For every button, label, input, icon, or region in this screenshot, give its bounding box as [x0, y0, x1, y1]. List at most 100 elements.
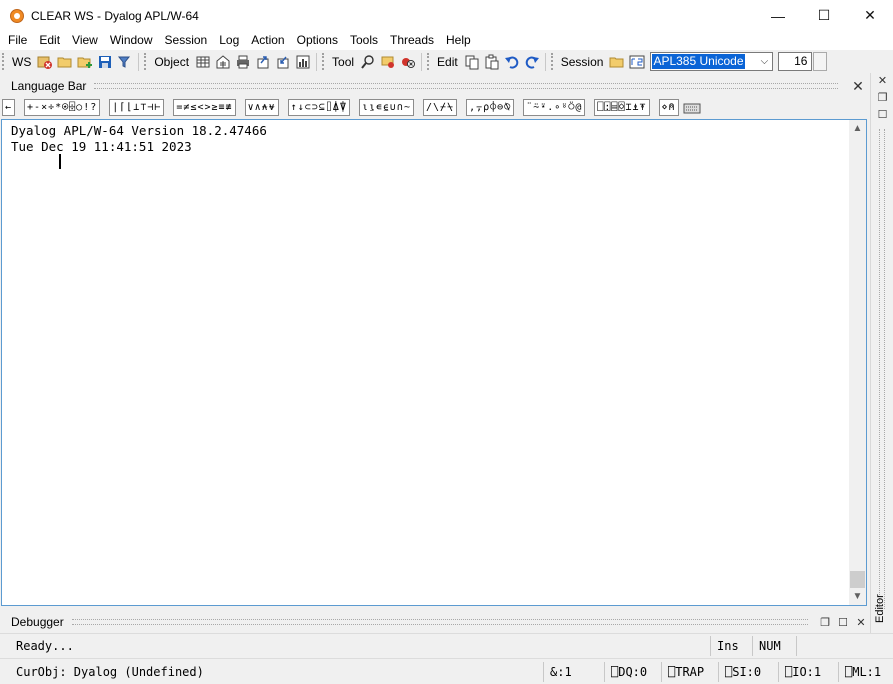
scroll-up-icon[interactable]: ▲: [849, 120, 866, 137]
language-bar: ← +-×÷*⍟⌹○!? |⌈⌊⊥⊤⊣⊢ =≠≤<>≥≡≢ ∨∧⍲⍱ ↑↓⊂⊃⊆…: [2, 98, 868, 117]
menu-bar: File Edit View Window Session Log Action…: [0, 31, 893, 50]
namespace-object-icon[interactable]: [213, 52, 233, 72]
filter-icon[interactable]: [115, 52, 135, 72]
close-button[interactable]: ✕: [847, 0, 893, 31]
chevron-down-icon[interactable]: ⌵: [756, 56, 772, 67]
debugger-restore-icon[interactable]: ❐: [816, 616, 834, 629]
copy-icon[interactable]: [462, 52, 482, 72]
toolbar-grip[interactable]: [2, 53, 5, 70]
font-name-value: APL385 Unicode: [652, 54, 745, 69]
save-ws-icon[interactable]: [95, 52, 115, 72]
menu-file[interactable]: File: [2, 31, 33, 50]
window-controls: — ☐ ✕: [755, 0, 893, 31]
toolbar-separator: [316, 52, 318, 71]
lb-group-misc[interactable]: ⋄⍝: [658, 99, 679, 116]
font-size-spinner[interactable]: [813, 52, 828, 71]
minimize-button[interactable]: —: [755, 0, 801, 31]
undo-icon[interactable]: [502, 52, 522, 72]
debugger-grip[interactable]: [71, 619, 808, 625]
toolbar-grip[interactable]: [550, 53, 554, 70]
menu-action[interactable]: Action: [245, 31, 290, 50]
print-icon[interactable]: [233, 52, 253, 72]
scrollbar-thumb[interactable]: [850, 571, 865, 588]
language-bar-header: Language Bar ✕: [0, 76, 868, 96]
font-name-select[interactable]: APL385 Unicode ⌵: [650, 52, 774, 71]
copy-ws-icon[interactable]: [75, 52, 95, 72]
session-output[interactable]: Dyalog APL/W-64 Version 18.2.47466 Tue De…: [11, 123, 267, 155]
font-size-icon[interactable]: [627, 52, 647, 72]
menu-session[interactable]: Session: [159, 31, 214, 50]
toolbar: WS Object Tool Edit Session APL385 Unico…: [0, 50, 893, 73]
thread-status: &:1: [543, 661, 604, 682]
menu-tools[interactable]: Tools: [344, 31, 384, 50]
status-spacer: [796, 635, 893, 656]
lb-group-index[interactable]: ⍳⍸∊⍷∪∩~: [358, 99, 414, 116]
session-line: Dyalog APL/W-64 Version 18.2.47466: [11, 123, 267, 138]
num-lock-indicator: NUM: [752, 635, 796, 656]
lb-group-minmax[interactable]: |⌈⌊⊥⊤⊣⊢: [109, 99, 165, 116]
keyboard-icon[interactable]: [682, 98, 702, 118]
lb-group-operators[interactable]: ¨⍨⍣.∘⍤⍥@: [523, 99, 586, 116]
open-session-icon[interactable]: [607, 52, 627, 72]
dock-maximize-icon[interactable]: ☐: [871, 107, 893, 124]
vertical-scrollbar[interactable]: ▲ ▼: [849, 120, 866, 605]
message-icon[interactable]: [378, 52, 398, 72]
interrupt-icon[interactable]: [398, 52, 418, 72]
export-icon[interactable]: [253, 52, 273, 72]
dock-close-icon[interactable]: ✕: [871, 73, 893, 90]
dock-grip[interactable]: [879, 129, 885, 609]
lb-group-system[interactable]: ⎕⍠⌸⌺⌶⍎⍕: [594, 99, 650, 116]
toolbar-grip[interactable]: [144, 53, 147, 70]
import-icon[interactable]: [273, 52, 293, 72]
dq-status: ⎕DQ:0: [604, 661, 661, 682]
redo-icon[interactable]: [522, 52, 542, 72]
insert-mode-indicator: Ins: [710, 635, 752, 656]
session-toolbar-label: Session: [560, 54, 604, 69]
paste-icon[interactable]: [482, 52, 502, 72]
clear-ws-icon[interactable]: [35, 52, 55, 72]
current-object-status: CurObj: Dyalog (Undefined): [16, 664, 204, 679]
lb-group-structural[interactable]: ↑↓⊂⊃⊆⌷⍋⍒: [287, 99, 350, 116]
edit-toolbar-label: Edit: [437, 54, 458, 69]
menu-window[interactable]: Window: [104, 31, 159, 50]
debugger-maximize-icon[interactable]: ☐: [834, 616, 852, 629]
ml-status: ⎕ML:1: [838, 661, 893, 682]
debugger-close-icon[interactable]: ✕: [852, 616, 870, 629]
font-size-field[interactable]: 16: [778, 52, 813, 71]
toolbar-grip[interactable]: [427, 53, 430, 70]
lb-group-assign[interactable]: ←: [2, 99, 16, 116]
toolbar-separator: [421, 52, 423, 71]
menu-view[interactable]: View: [66, 31, 104, 50]
grid-object-icon[interactable]: [193, 52, 213, 72]
dock-restore-icon[interactable]: ❐: [871, 90, 893, 107]
lb-group-reduce[interactable]: /\⌿⍀: [423, 99, 458, 116]
toolbar-separator: [544, 52, 546, 71]
trap-status: ⎕TRAP: [661, 661, 718, 682]
right-dock: ✕ ❐ ☐ Editor: [870, 73, 893, 633]
tool-toolbar-label: Tool: [332, 54, 355, 69]
load-ws-icon[interactable]: [55, 52, 75, 72]
scroll-down-icon[interactable]: ▼: [849, 588, 866, 605]
lb-group-shape[interactable]: ,⍪⍴⌽⊖⍉: [466, 99, 515, 116]
lb-group-arithmetic[interactable]: +-×÷*⍟⌹○!?: [24, 99, 101, 116]
menu-threads[interactable]: Threads: [384, 31, 440, 50]
title-bar: CLEAR WS - Dyalog APL/W-64 — ☐ ✕: [0, 0, 893, 31]
menu-help[interactable]: Help: [440, 31, 477, 50]
text-cursor: [59, 154, 61, 169]
lb-group-comparison[interactable]: =≠≤<>≥≡≢: [173, 99, 236, 116]
menu-edit[interactable]: Edit: [33, 31, 66, 50]
debugger-title: Debugger: [11, 615, 64, 629]
debugger-bar: Debugger ❐ ☐ ✕: [0, 612, 870, 632]
toolbar-grip[interactable]: [322, 53, 325, 70]
chart-object-icon[interactable]: [293, 52, 313, 72]
lb-group-logical[interactable]: ∨∧⍲⍱: [244, 99, 279, 116]
editor-tab[interactable]: Editor: [874, 591, 890, 627]
session-window[interactable]: Dyalog APL/W-64 Version 18.2.47466 Tue De…: [1, 119, 867, 606]
menu-options[interactable]: Options: [291, 31, 344, 50]
maximize-button[interactable]: ☐: [801, 0, 847, 31]
dyalog-app-icon[interactable]: [10, 8, 24, 23]
menu-log[interactable]: Log: [213, 31, 245, 50]
language-bar-grip[interactable]: [94, 83, 838, 89]
language-bar-close-icon[interactable]: ✕: [848, 78, 868, 95]
search-icon[interactable]: [358, 52, 378, 72]
